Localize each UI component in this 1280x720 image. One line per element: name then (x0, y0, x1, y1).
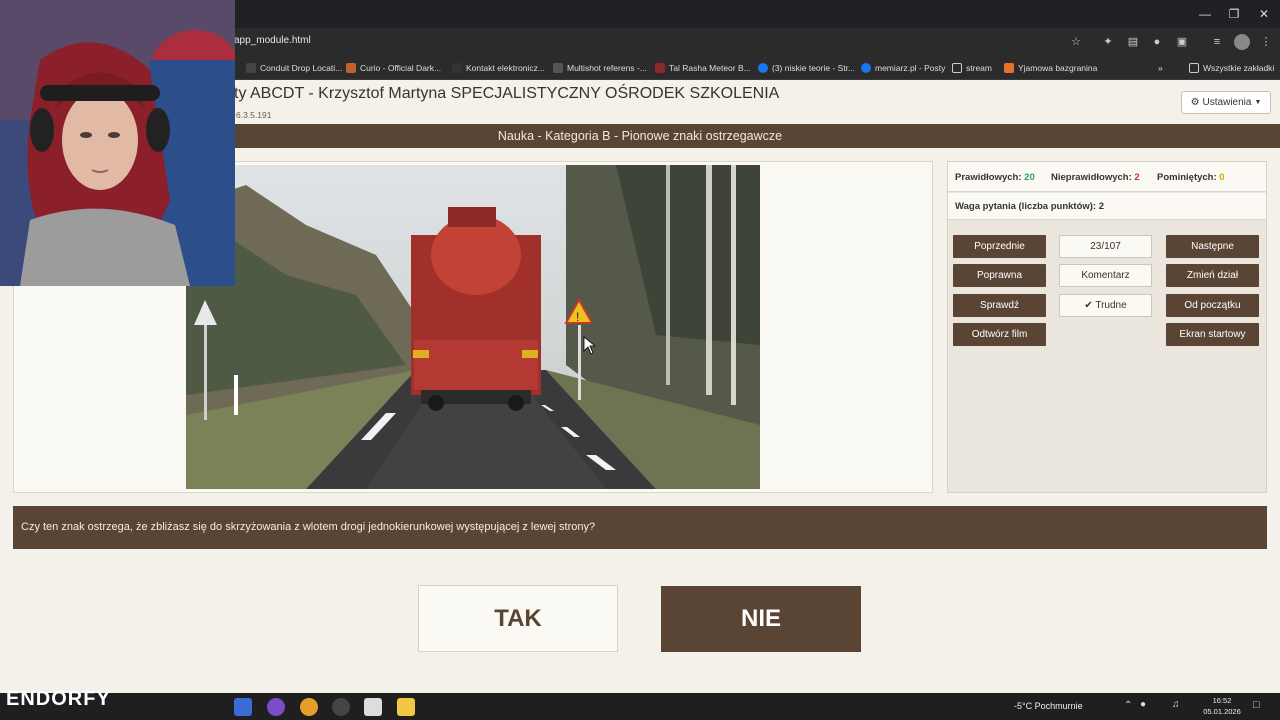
chevron-right-icon[interactable]: » (1158, 61, 1163, 75)
brand-watermark: ENDORFY (6, 688, 111, 710)
stats-bar: Prawidłowych: 20 Nieprawidłowych: 2 Pomi… (948, 162, 1266, 192)
weather-widget[interactable]: -5°C Pochmurnie (1014, 701, 1083, 711)
star-icon[interactable]: ☆ (1068, 34, 1084, 50)
next-button[interactable]: Następne (1166, 235, 1259, 258)
bookmark-icon (553, 63, 563, 73)
system-clock[interactable]: 16:52 05.01.2026 (1202, 695, 1242, 717)
folder-icon (1189, 63, 1199, 73)
settings-button[interactable]: ⚙ Ustawienia ▼ (1181, 91, 1271, 114)
check-button[interactable]: Sprawdź (953, 294, 1046, 317)
checkmark-icon: ✔ (1084, 300, 1093, 311)
weight-label: Waga pytania (liczba punktów): 2 (955, 201, 1105, 212)
bookmark-item[interactable]: Curio - Official Dark... (346, 61, 441, 75)
question-video[interactable]: ! (186, 165, 760, 489)
answer-yes-button[interactable]: TAK (418, 585, 618, 652)
discord-icon[interactable] (267, 698, 285, 716)
bookmark-icon (246, 63, 256, 73)
bookmark-item[interactable]: Tal Rasha Meteor B... (655, 61, 751, 75)
bookmark-item[interactable]: Conduit Drop Locati... (246, 61, 342, 75)
hard-toggle[interactable]: ✔ Trudne (1059, 294, 1152, 317)
notification-icon[interactable]: □ (1253, 699, 1260, 711)
puzzle-icon[interactable]: ▣ (1174, 34, 1190, 50)
change-section-button[interactable]: Zmień dział (1166, 264, 1259, 287)
extension-icon[interactable]: ✦ (1100, 34, 1116, 50)
gear-icon: ⚙ (1190, 97, 1200, 108)
bookmark-item[interactable]: Kontakt elektronicz... (452, 61, 545, 75)
road-scene-image: ! (186, 165, 760, 489)
correct-answer-button[interactable]: Poprawna (953, 264, 1046, 287)
bookmark-icon (452, 63, 462, 73)
skipped-stat: Pominiętych: 0 (1157, 172, 1225, 183)
comment-button[interactable]: Komentarz (1059, 264, 1152, 287)
bookmark-icon (655, 63, 665, 73)
bookmark-item[interactable]: (3) niskie teorie - Str... (758, 61, 855, 75)
folder-icon (952, 63, 962, 73)
obs-icon[interactable] (332, 698, 350, 716)
all-bookmarks[interactable]: Wszystkie zakładki (1189, 61, 1274, 75)
minimize-icon[interactable]: — (1190, 4, 1220, 24)
facebook-icon (861, 63, 871, 73)
blogger-icon (1004, 63, 1014, 73)
menu-icon[interactable]: ⋮ (1258, 34, 1274, 50)
version-text: 6.3.5.191 (236, 110, 272, 120)
url-text[interactable]: app_module.html (234, 35, 311, 46)
previous-button[interactable]: Poprzednie (953, 235, 1046, 258)
start-screen-button[interactable]: Ekran startowy (1166, 323, 1259, 346)
restart-button[interactable]: Od początku (1166, 294, 1259, 317)
microphone-icon[interactable]: ● (1140, 699, 1146, 710)
streamer-webcam-image (0, 0, 235, 286)
question-counter: 23/107 (1059, 235, 1152, 258)
bookmark-item[interactable]: Yjamowa bazgranina (1004, 61, 1097, 75)
answer-no-button[interactable]: NIE (661, 586, 861, 652)
close-icon[interactable]: ✕ (1249, 4, 1279, 24)
app-icon[interactable] (364, 698, 382, 716)
volume-icon[interactable]: ♫ (1172, 699, 1180, 710)
question-weight: Waga pytania (liczba punktów): 2 (948, 193, 1266, 220)
play-video-button[interactable]: Odtwórz film (953, 323, 1046, 346)
chrome-icon[interactable] (300, 698, 318, 716)
page-title: ty ABCDT - Krzysztof Martyna SPECJALISTY… (234, 85, 780, 102)
extension-icon[interactable]: ● (1149, 34, 1165, 50)
caret-down-icon: ▼ (1254, 99, 1262, 106)
bookmark-folder[interactable]: stream (952, 61, 992, 75)
app-icon[interactable] (234, 698, 252, 716)
restore-icon[interactable]: ❐ (1219, 4, 1249, 24)
webcam-overlay (0, 0, 235, 286)
correct-stat: Prawidłowych: 20 (955, 172, 1035, 183)
chevron-up-icon[interactable]: ⌃ (1124, 700, 1132, 711)
taskbar (0, 693, 1280, 720)
document-icon[interactable]: ▤ (1125, 34, 1141, 50)
question-text: Czy ten znak ostrzega, że zbliżasz się d… (13, 506, 1267, 549)
bookmark-icon (346, 63, 356, 73)
media-icon[interactable]: ≡ (1209, 34, 1225, 50)
svg-text:!: ! (576, 310, 579, 324)
facebook-icon (758, 63, 768, 73)
profile-avatar[interactable] (1234, 34, 1250, 50)
bookmark-item[interactable]: Multishot referens -... (553, 61, 647, 75)
folder-icon[interactable] (397, 698, 415, 716)
bookmark-item[interactable]: memiarz.pl - Posty (861, 61, 945, 75)
incorrect-stat: Nieprawidłowych: 2 (1051, 172, 1140, 183)
